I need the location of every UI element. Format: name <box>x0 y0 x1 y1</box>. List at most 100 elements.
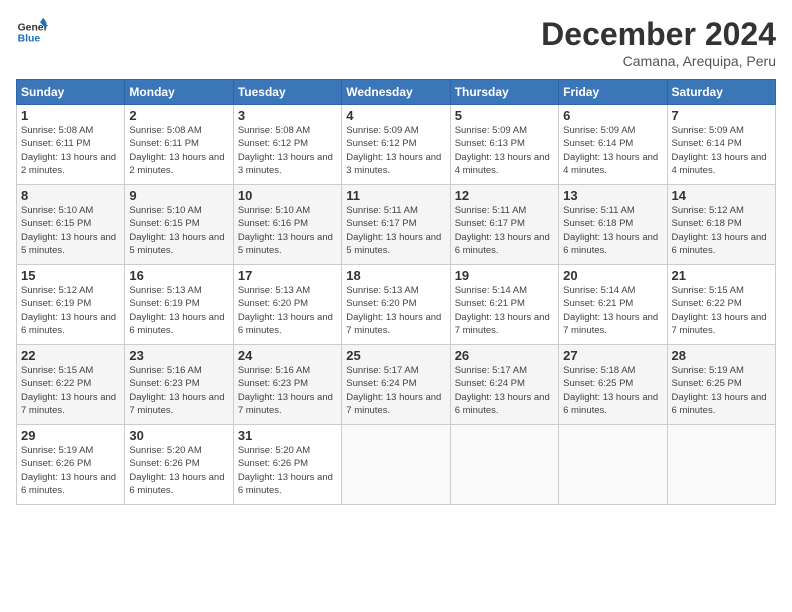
day-info: Sunrise: 5:14 AM Sunset: 6:21 PM Dayligh… <box>563 284 662 337</box>
day-number: 11 <box>346 188 445 203</box>
calendar-cell: 6 Sunrise: 5:09 AM Sunset: 6:14 PM Dayli… <box>559 105 667 185</box>
day-info: Sunrise: 5:13 AM Sunset: 6:20 PM Dayligh… <box>238 284 337 337</box>
weekday-tuesday: Tuesday <box>233 80 341 105</box>
calendar-cell: 24 Sunrise: 5:16 AM Sunset: 6:23 PM Dayl… <box>233 345 341 425</box>
calendar-cell: 10 Sunrise: 5:10 AM Sunset: 6:16 PM Dayl… <box>233 185 341 265</box>
weekday-sunday: Sunday <box>17 80 125 105</box>
calendar-cell: 5 Sunrise: 5:09 AM Sunset: 6:13 PM Dayli… <box>450 105 558 185</box>
calendar-body: 1 Sunrise: 5:08 AM Sunset: 6:11 PM Dayli… <box>17 105 776 505</box>
day-info: Sunrise: 5:20 AM Sunset: 6:26 PM Dayligh… <box>129 444 228 497</box>
day-number: 8 <box>21 188 120 203</box>
day-info: Sunrise: 5:09 AM Sunset: 6:12 PM Dayligh… <box>346 124 445 177</box>
day-info: Sunrise: 5:13 AM Sunset: 6:20 PM Dayligh… <box>346 284 445 337</box>
logo: General Blue <box>16 16 48 48</box>
calendar-cell: 2 Sunrise: 5:08 AM Sunset: 6:11 PM Dayli… <box>125 105 233 185</box>
calendar-cell: 27 Sunrise: 5:18 AM Sunset: 6:25 PM Dayl… <box>559 345 667 425</box>
day-number: 28 <box>672 348 771 363</box>
day-info: Sunrise: 5:19 AM Sunset: 6:26 PM Dayligh… <box>21 444 120 497</box>
day-number: 23 <box>129 348 228 363</box>
calendar-cell: 19 Sunrise: 5:14 AM Sunset: 6:21 PM Dayl… <box>450 265 558 345</box>
day-number: 21 <box>672 268 771 283</box>
calendar-cell: 29 Sunrise: 5:19 AM Sunset: 6:26 PM Dayl… <box>17 425 125 505</box>
day-number: 13 <box>563 188 662 203</box>
day-number: 7 <box>672 108 771 123</box>
calendar-cell: 14 Sunrise: 5:12 AM Sunset: 6:18 PM Dayl… <box>667 185 775 265</box>
weekday-saturday: Saturday <box>667 80 775 105</box>
day-number: 5 <box>455 108 554 123</box>
calendar-cell: 17 Sunrise: 5:13 AM Sunset: 6:20 PM Dayl… <box>233 265 341 345</box>
day-number: 25 <box>346 348 445 363</box>
weekday-monday: Monday <box>125 80 233 105</box>
day-number: 9 <box>129 188 228 203</box>
day-number: 20 <box>563 268 662 283</box>
day-info: Sunrise: 5:18 AM Sunset: 6:25 PM Dayligh… <box>563 364 662 417</box>
week-row-4: 22 Sunrise: 5:15 AM Sunset: 6:22 PM Dayl… <box>17 345 776 425</box>
page-header: General Blue December 2024 Camana, Arequ… <box>16 16 776 69</box>
week-row-2: 8 Sunrise: 5:10 AM Sunset: 6:15 PM Dayli… <box>17 185 776 265</box>
day-info: Sunrise: 5:11 AM Sunset: 6:17 PM Dayligh… <box>346 204 445 257</box>
day-info: Sunrise: 5:13 AM Sunset: 6:19 PM Dayligh… <box>129 284 228 337</box>
day-info: Sunrise: 5:15 AM Sunset: 6:22 PM Dayligh… <box>21 364 120 417</box>
calendar-cell: 8 Sunrise: 5:10 AM Sunset: 6:15 PM Dayli… <box>17 185 125 265</box>
day-number: 18 <box>346 268 445 283</box>
day-number: 17 <box>238 268 337 283</box>
calendar-table: SundayMondayTuesdayWednesdayThursdayFrid… <box>16 79 776 505</box>
calendar-cell: 26 Sunrise: 5:17 AM Sunset: 6:24 PM Dayl… <box>450 345 558 425</box>
day-number: 30 <box>129 428 228 443</box>
week-row-3: 15 Sunrise: 5:12 AM Sunset: 6:19 PM Dayl… <box>17 265 776 345</box>
calendar-cell: 11 Sunrise: 5:11 AM Sunset: 6:17 PM Dayl… <box>342 185 450 265</box>
day-info: Sunrise: 5:10 AM Sunset: 6:15 PM Dayligh… <box>129 204 228 257</box>
calendar-cell <box>450 425 558 505</box>
weekday-thursday: Thursday <box>450 80 558 105</box>
day-number: 3 <box>238 108 337 123</box>
calendar-cell: 20 Sunrise: 5:14 AM Sunset: 6:21 PM Dayl… <box>559 265 667 345</box>
day-info: Sunrise: 5:08 AM Sunset: 6:11 PM Dayligh… <box>21 124 120 177</box>
day-info: Sunrise: 5:08 AM Sunset: 6:12 PM Dayligh… <box>238 124 337 177</box>
calendar-cell: 13 Sunrise: 5:11 AM Sunset: 6:18 PM Dayl… <box>559 185 667 265</box>
weekday-header-row: SundayMondayTuesdayWednesdayThursdayFrid… <box>17 80 776 105</box>
week-row-1: 1 Sunrise: 5:08 AM Sunset: 6:11 PM Dayli… <box>17 105 776 185</box>
day-number: 2 <box>129 108 228 123</box>
week-row-5: 29 Sunrise: 5:19 AM Sunset: 6:26 PM Dayl… <box>17 425 776 505</box>
calendar-cell: 16 Sunrise: 5:13 AM Sunset: 6:19 PM Dayl… <box>125 265 233 345</box>
day-number: 26 <box>455 348 554 363</box>
calendar-cell <box>559 425 667 505</box>
day-info: Sunrise: 5:15 AM Sunset: 6:22 PM Dayligh… <box>672 284 771 337</box>
day-number: 19 <box>455 268 554 283</box>
day-number: 10 <box>238 188 337 203</box>
month-title: December 2024 <box>541 16 776 53</box>
day-info: Sunrise: 5:11 AM Sunset: 6:18 PM Dayligh… <box>563 204 662 257</box>
day-info: Sunrise: 5:09 AM Sunset: 6:14 PM Dayligh… <box>563 124 662 177</box>
day-info: Sunrise: 5:14 AM Sunset: 6:21 PM Dayligh… <box>455 284 554 337</box>
day-number: 24 <box>238 348 337 363</box>
calendar-cell: 4 Sunrise: 5:09 AM Sunset: 6:12 PM Dayli… <box>342 105 450 185</box>
day-info: Sunrise: 5:20 AM Sunset: 6:26 PM Dayligh… <box>238 444 337 497</box>
calendar-cell: 9 Sunrise: 5:10 AM Sunset: 6:15 PM Dayli… <box>125 185 233 265</box>
day-number: 22 <box>21 348 120 363</box>
day-number: 6 <box>563 108 662 123</box>
day-info: Sunrise: 5:09 AM Sunset: 6:14 PM Dayligh… <box>672 124 771 177</box>
day-info: Sunrise: 5:17 AM Sunset: 6:24 PM Dayligh… <box>455 364 554 417</box>
day-info: Sunrise: 5:10 AM Sunset: 6:16 PM Dayligh… <box>238 204 337 257</box>
day-number: 12 <box>455 188 554 203</box>
location-title: Camana, Arequipa, Peru <box>541 53 776 69</box>
calendar-cell: 22 Sunrise: 5:15 AM Sunset: 6:22 PM Dayl… <box>17 345 125 425</box>
day-number: 27 <box>563 348 662 363</box>
day-info: Sunrise: 5:12 AM Sunset: 6:19 PM Dayligh… <box>21 284 120 337</box>
svg-text:Blue: Blue <box>18 34 41 45</box>
calendar-cell: 18 Sunrise: 5:13 AM Sunset: 6:20 PM Dayl… <box>342 265 450 345</box>
calendar-cell: 25 Sunrise: 5:17 AM Sunset: 6:24 PM Dayl… <box>342 345 450 425</box>
calendar-cell: 30 Sunrise: 5:20 AM Sunset: 6:26 PM Dayl… <box>125 425 233 505</box>
day-number: 16 <box>129 268 228 283</box>
calendar-cell <box>342 425 450 505</box>
day-info: Sunrise: 5:19 AM Sunset: 6:25 PM Dayligh… <box>672 364 771 417</box>
calendar-cell: 23 Sunrise: 5:16 AM Sunset: 6:23 PM Dayl… <box>125 345 233 425</box>
day-number: 29 <box>21 428 120 443</box>
calendar-cell: 15 Sunrise: 5:12 AM Sunset: 6:19 PM Dayl… <box>17 265 125 345</box>
weekday-friday: Friday <box>559 80 667 105</box>
calendar-cell <box>667 425 775 505</box>
weekday-wednesday: Wednesday <box>342 80 450 105</box>
day-info: Sunrise: 5:16 AM Sunset: 6:23 PM Dayligh… <box>238 364 337 417</box>
day-info: Sunrise: 5:11 AM Sunset: 6:17 PM Dayligh… <box>455 204 554 257</box>
day-number: 31 <box>238 428 337 443</box>
